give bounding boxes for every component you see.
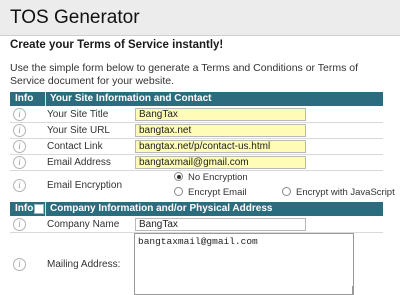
section-title: Company Information and/or Physical Addr… xyxy=(50,203,273,214)
radio-button-selected[interactable] xyxy=(174,172,183,181)
info-column-header: Info xyxy=(15,93,34,104)
title-bar: TOS Generator xyxy=(0,0,400,36)
info-icon[interactable]: i xyxy=(13,258,26,271)
intro-text: Use the simple form below to generate a … xyxy=(10,62,359,87)
page-title: TOS Generator xyxy=(10,7,140,28)
radio-label: Encrypt with JavaScript xyxy=(296,187,395,198)
info-icon[interactable]: i xyxy=(13,156,26,169)
site-title-label: Your Site Title xyxy=(47,109,109,120)
email-encryption-label: Email Encryption xyxy=(47,180,123,191)
contact-link-field[interactable]: bangtax.net/p/contact-us.html xyxy=(135,140,306,153)
radio-encrypt-email[interactable]: Encrypt Email xyxy=(174,187,247,198)
section-title: Your Site Information and Contact xyxy=(50,93,212,104)
mailing-address-textarea[interactable]: bangtaxmail@gmail.com xyxy=(134,233,354,295)
info-icon[interactable]: i xyxy=(13,140,26,153)
radio-button[interactable] xyxy=(282,187,291,196)
header-divider xyxy=(45,92,46,106)
header-divider xyxy=(45,202,46,216)
email-address-field[interactable]: bangtaxmail@gmail.com xyxy=(135,156,306,169)
info-icon[interactable]: i xyxy=(13,124,26,137)
info-icon[interactable]: i xyxy=(13,108,26,121)
radio-no-encryption[interactable]: No Encryption xyxy=(174,172,248,183)
site-url-label: Your Site URL xyxy=(47,125,110,136)
subtitle: Create your Terms of Service instantly! xyxy=(10,39,224,51)
company-name-label: Company Name xyxy=(47,219,120,230)
resize-grip-icon[interactable] xyxy=(344,286,353,295)
info-icon[interactable]: i xyxy=(13,218,26,231)
radio-label: No Encryption xyxy=(188,172,248,183)
radio-button[interactable] xyxy=(174,187,183,196)
site-title-field[interactable]: BangTax xyxy=(135,108,306,121)
section-header-company-info: Info Company Information and/or Physical… xyxy=(10,202,383,216)
radio-label: Encrypt Email xyxy=(188,187,247,198)
mailing-address-label: Mailing Address: xyxy=(47,259,121,270)
site-url-field[interactable]: bangtax.net xyxy=(135,124,306,137)
contact-link-label: Contact Link xyxy=(47,141,103,152)
info-column-header: Info xyxy=(15,203,34,214)
radio-encrypt-javascript[interactable]: Encrypt with JavaScript xyxy=(282,187,395,198)
section-toggle-checkbox[interactable] xyxy=(34,204,44,214)
section-header-site-info: Info Your Site Information and Contact xyxy=(10,92,383,106)
company-name-field[interactable]: BangTax xyxy=(135,218,306,231)
email-address-label: Email Address xyxy=(47,157,111,168)
info-icon[interactable]: i xyxy=(13,179,26,192)
